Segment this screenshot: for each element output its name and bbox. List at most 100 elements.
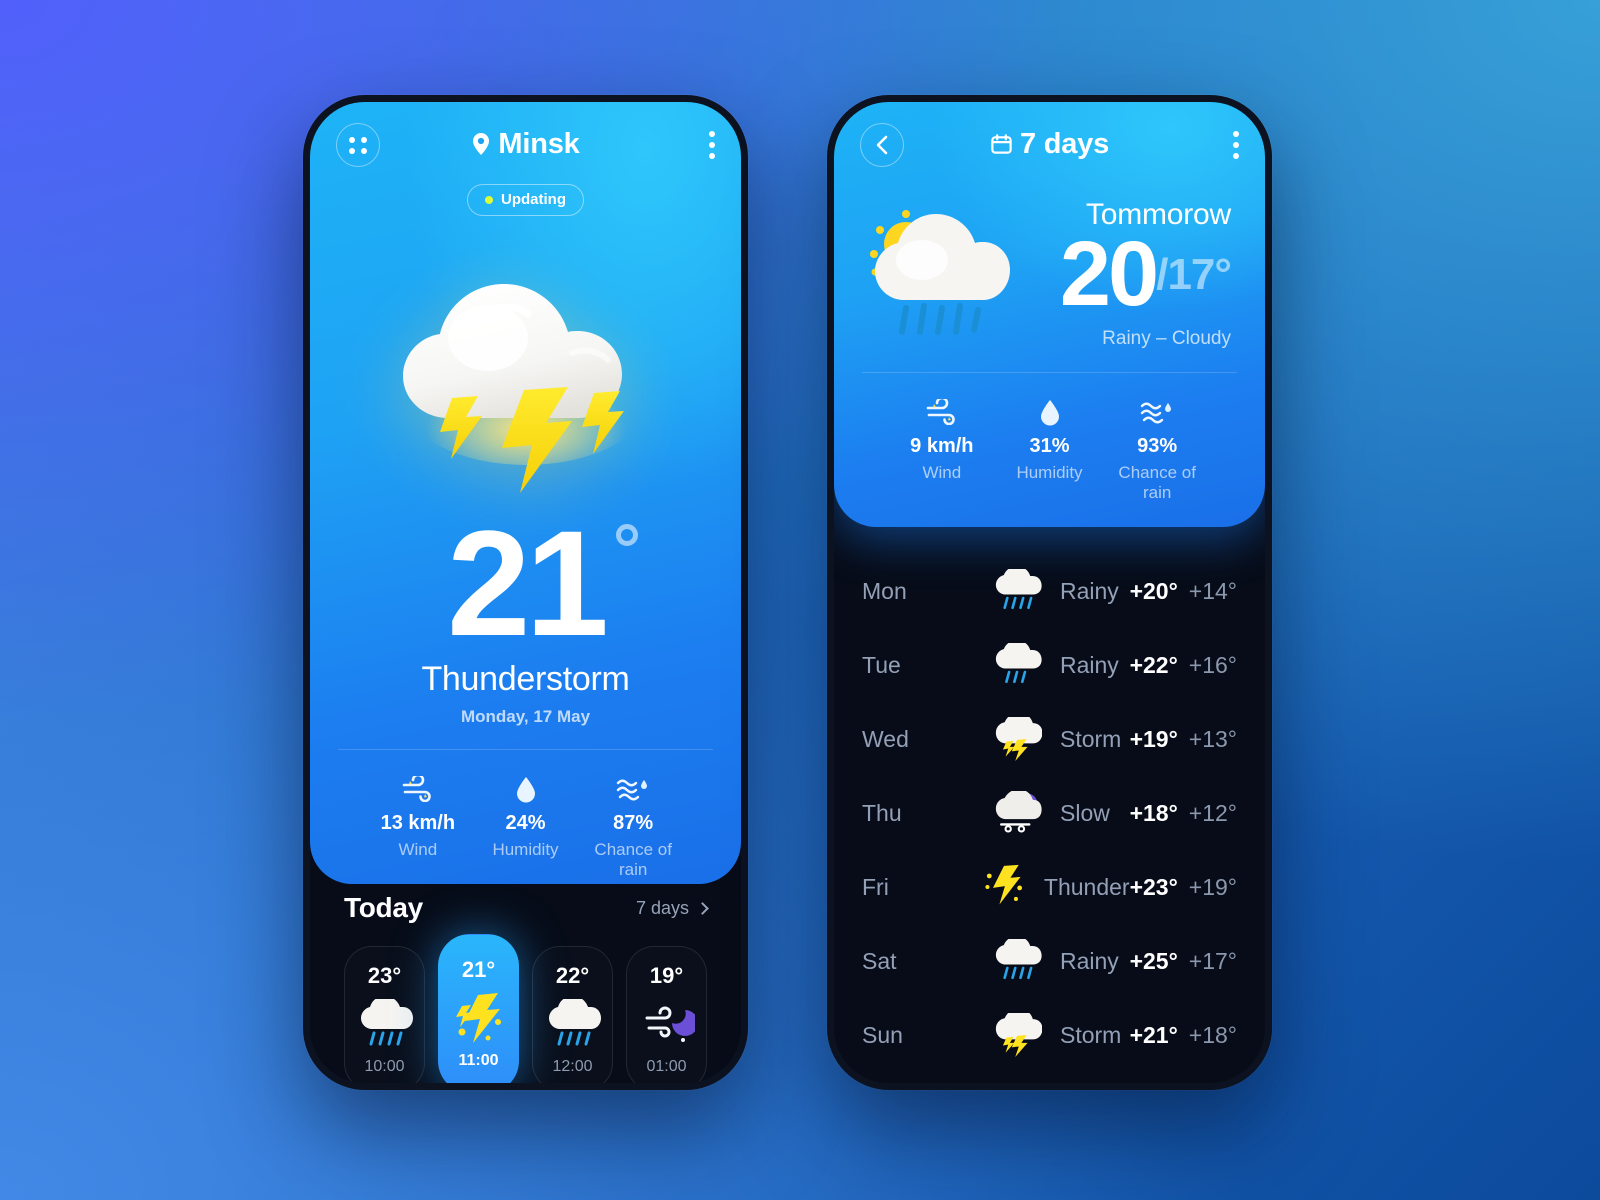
thunderstorm-cloud-icon [402,284,646,493]
humidity-drop-icon [472,774,580,804]
table-row[interactable]: Thu Slow +18° +12° [862,776,1237,850]
day-low: +16° [1188,651,1237,678]
chevron-left-icon [876,135,888,155]
today-title: Today [344,892,423,923]
metric-wind: 9 km/h Wind [888,397,996,503]
day-name: Mon [862,577,907,604]
calendar-icon [991,134,1012,154]
tomorrow-description: Rainy – Cloudy [1102,328,1231,349]
metric-value: 13 km/h [380,812,456,834]
day-low: +14° [1188,577,1237,604]
tomorrow-high: 20 [1059,223,1159,325]
metric-chance-of-rain: 87% Chance of rain [579,774,687,880]
status-badge[interactable]: Updating [467,184,584,216]
hour-time: 01:00 [646,1058,687,1075]
metric-value: 87% [613,812,654,834]
wind-icon [364,774,472,804]
metric-value: 9 km/h [910,435,974,457]
temperature-value: 21 [447,499,609,667]
today-header: Today 7 days [344,892,709,924]
seven-days-label: 7 days [635,897,689,918]
status-row: Updating [310,184,741,216]
tomorrow-card: 7 days Tommorow 20 /17° Rainy – Cloudy 9… [834,102,1265,527]
night-snow-icon [980,791,1054,835]
day-condition: Rainy [1060,947,1119,974]
day-high: +21° [1129,1021,1178,1048]
screen-title: 7 days [1019,128,1110,160]
today-section: Today 7 days 23° 10:00 21° 11:00 22° 12:… [310,892,741,1083]
kebab-menu-icon[interactable] [1233,131,1239,159]
hour-card[interactable]: 22° 12:00 [532,946,613,1083]
table-row[interactable]: Sun Storm +21° +18° [862,998,1237,1072]
grid-menu-button[interactable] [336,123,380,167]
day-condition: Thunder [1043,873,1130,900]
table-row[interactable]: Fri Thunder +23° +19° [862,850,1237,924]
wind-icon [888,397,996,427]
back-button[interactable] [860,123,904,167]
hour-card-selected[interactable]: 21° 11:00 [438,934,519,1083]
current-temperature-block: 21 Thunderstorm Monday, 17 May [310,508,741,727]
day-high: +23° [1129,873,1178,900]
table-row[interactable]: Sat Rainy +25° +17° [862,924,1237,998]
night-wind-moon-icon [633,994,700,1056]
day-high: +22° [1129,651,1178,678]
right-topbar: 7 days [834,102,1265,188]
rain-waves-icon [579,774,687,804]
location-pin-icon [473,133,490,155]
chevron-right-icon [696,901,709,915]
day-name: Sat [862,947,897,974]
day-name: Sun [862,1021,903,1048]
tomorrow-temp-range: 20 /17° [1027,223,1232,325]
current-metrics-row: 13 km/h Wind 24% Humidity 87% Chance of … [338,749,713,880]
tomorrow-values: Tommorow 20 /17° Rainy – Cloudy [1027,198,1235,350]
status-badge-label: Updating [501,191,566,208]
phone-left: Minsk Updating 21 Thunderstorm Monday, 1… [303,95,748,1090]
lightning-bolt-icon [445,988,512,1050]
rain-waves-icon [1103,397,1211,427]
day-condition: Rainy [1060,577,1119,604]
hour-temp: 21° [461,957,496,982]
day-low: +19° [1188,873,1237,900]
storm-cloud-icon [980,1013,1054,1057]
metric-wind: 13 km/h Wind [364,774,472,880]
table-row[interactable]: Wed Storm +19° +13° [862,702,1237,776]
storm-cloud-icon [980,717,1054,761]
seven-days-link[interactable]: 7 days [635,897,709,919]
metric-humidity: 31% Humidity [996,397,1104,503]
hour-card[interactable]: 19° 01:00 [626,946,707,1083]
sun-rain-cloud-icon [539,994,606,1056]
hour-time: 10:00 [364,1058,405,1075]
city-name: Minsk [498,128,580,160]
metric-label: Humidity [1016,463,1083,482]
day-name: Fri [862,873,889,900]
lightning-bolt-icon [970,864,1038,910]
day-high: +19° [1129,725,1178,752]
hour-time: 12:00 [552,1058,593,1075]
metric-label: Wind [922,463,962,482]
hero-illustration [310,220,741,520]
day-name: Wed [862,725,909,752]
table-row[interactable]: Mon Rainy +20° +14° [862,554,1237,628]
day-name: Tue [862,651,901,678]
day-low: +13° [1188,725,1237,752]
metric-label: Humidity [492,840,559,859]
day-condition: Rainy [1060,651,1119,678]
hour-card[interactable]: 23° 10:00 [344,946,425,1083]
metric-humidity: 24% Humidity [472,774,580,880]
metric-label: Chance of rain [1118,463,1196,502]
day-condition: Storm [1060,725,1122,752]
current-temperature: 21 [447,508,638,658]
metric-value: 93% [1137,435,1178,457]
metric-label: Wind [398,840,438,859]
kebab-menu-icon[interactable] [709,131,715,159]
hour-time: 11:00 [458,1052,499,1069]
date-label: Monday, 17 May [460,707,591,726]
current-weather-card: Minsk Updating 21 Thunderstorm Monday, 1… [310,102,741,884]
hour-temp: 22° [555,963,590,988]
tomorrow-summary: Tommorow 20 /17° Rainy – Cloudy [834,188,1265,350]
metric-chance-of-rain: 93% Chance of rain [1103,397,1211,503]
humidity-drop-icon [996,397,1104,427]
table-row[interactable]: Tue Rainy +22° +16° [862,628,1237,702]
metric-label: Chance of rain [594,840,672,879]
tomorrow-low: /17° [1156,250,1232,299]
